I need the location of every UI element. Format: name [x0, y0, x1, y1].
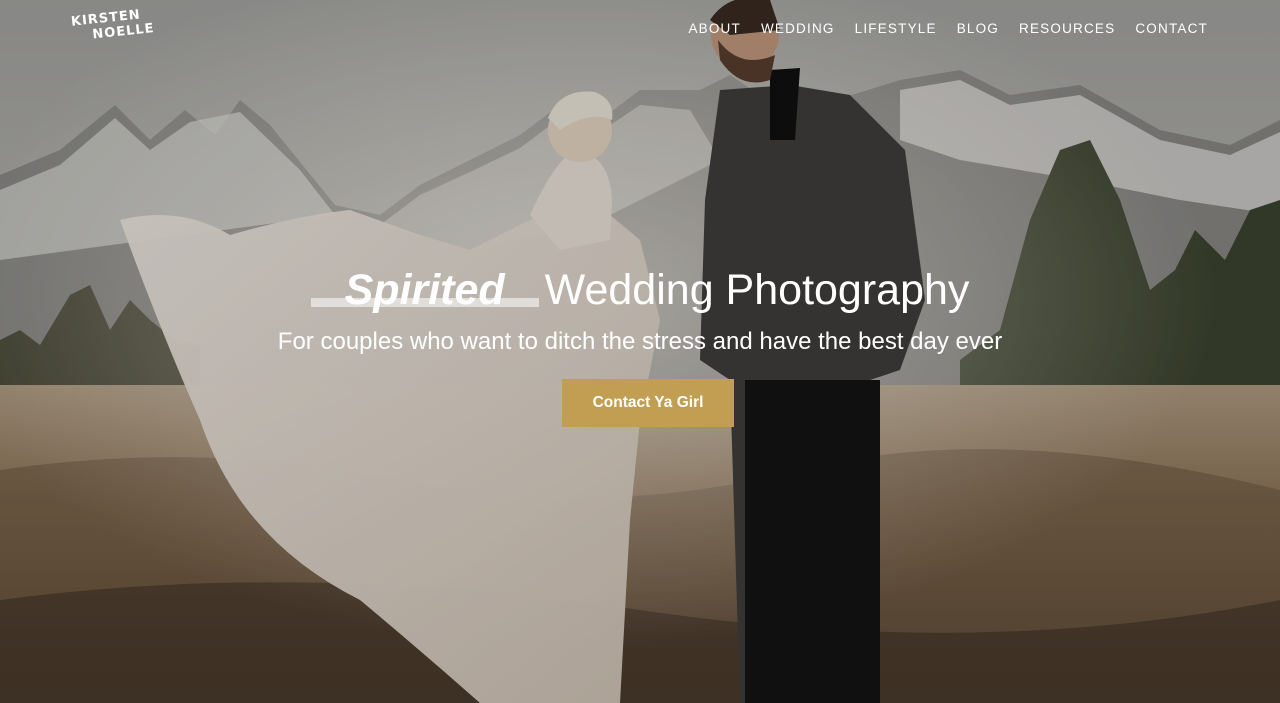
nav-item-lifestyle[interactable]: LIFESTYLE	[855, 20, 937, 38]
hero-headline: Spirited Wedding Photography	[0, 266, 1280, 314]
nav-item-wedding[interactable]: WEDDING	[761, 20, 835, 38]
headline-accent: Spirited	[310, 266, 539, 314]
main-nav: ABOUT WEDDING LIFESTYLE BLOG RESOURCES C…	[688, 20, 1208, 38]
nav-item-contact[interactable]: CONTACT	[1135, 20, 1208, 38]
contact-cta-button[interactable]: Contact Ya Girl	[562, 379, 734, 427]
nav-item-about[interactable]: ABOUT	[688, 20, 741, 38]
nav-item-resources[interactable]: RESOURCES	[1019, 20, 1115, 38]
headline-rest-text: Wedding Photography	[544, 266, 970, 314]
nav-item-blog[interactable]: BLOG	[957, 20, 999, 38]
headline-accent-text: Spirited	[344, 266, 505, 314]
hero-subheadline: For couples who want to ditch the stress…	[277, 328, 1003, 355]
